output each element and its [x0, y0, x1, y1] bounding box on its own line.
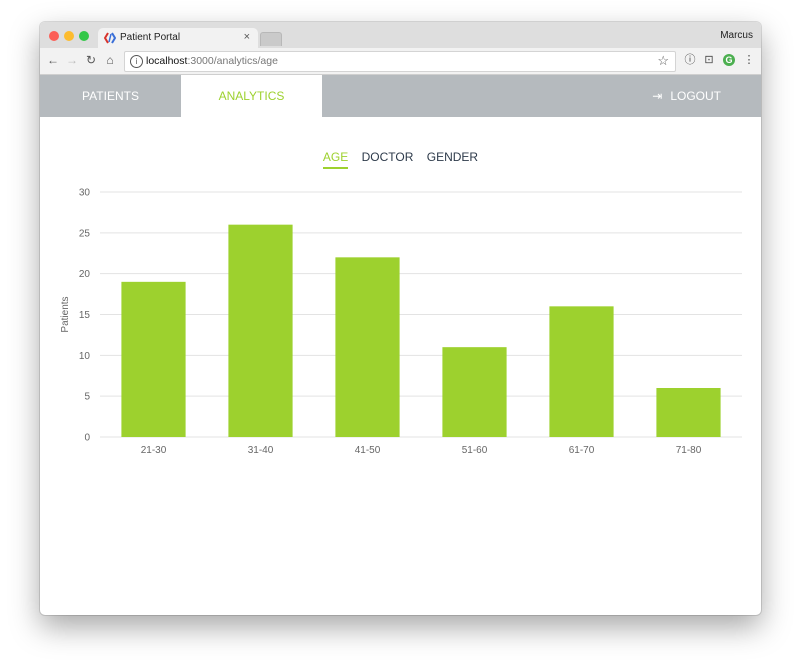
- forward-arrow-icon[interactable]: →: [65, 53, 79, 67]
- y-tick-label: 30: [79, 188, 91, 199]
- minimize-window-button[interactable]: [64, 31, 74, 41]
- logout-label: LOGOUT: [670, 89, 721, 103]
- x-tick-label: 41-50: [355, 445, 381, 456]
- title-bar: Patient Portal × Marcus: [40, 22, 761, 48]
- x-axis-labels: 21-30 31-40 41-50 51-60 61-70 71-80: [141, 445, 702, 456]
- info-icon[interactable]: i: [130, 55, 143, 68]
- y-tick-label: 5: [84, 392, 90, 403]
- bar-31-40[interactable]: [228, 224, 293, 437]
- bar-51-60[interactable]: [442, 347, 507, 437]
- subtab-doctor[interactable]: DOCTOR: [362, 150, 414, 167]
- x-tick-label: 21-30: [141, 445, 167, 456]
- more-menu-icon[interactable]: ⋮: [742, 53, 756, 67]
- subtab-age[interactable]: AGE: [322, 150, 349, 169]
- back-arrow-icon[interactable]: ←: [46, 53, 60, 67]
- maximize-window-button[interactable]: [79, 31, 89, 41]
- chart-bars: [121, 224, 721, 437]
- y-tick-label: 0: [84, 433, 90, 444]
- grammarly-extension-icon[interactable]: G: [723, 54, 735, 66]
- url-host: localhost: [146, 55, 188, 67]
- bookmark-star-icon[interactable]: ☆: [657, 53, 669, 69]
- close-window-button[interactable]: [49, 31, 59, 41]
- nav-tab-analytics[interactable]: ANALYTICS: [181, 75, 322, 117]
- x-tick-label: 31-40: [248, 445, 274, 456]
- nav-tab-patients[interactable]: PATIENTS: [40, 75, 181, 117]
- app-logo-icon: [104, 32, 116, 44]
- extension-info-icon[interactable]: ⓘ: [683, 53, 697, 67]
- logout-icon: ⇥: [652, 89, 663, 103]
- address-bar[interactable]: i localhost:3000/analytics/age ☆: [124, 51, 676, 72]
- tab-title: Patient Portal: [120, 32, 181, 43]
- y-axis-label: Patients: [60, 296, 71, 332]
- browser-toolbar: ← → ↻ ⌂ i localhost:3000/analytics/age ☆…: [40, 48, 761, 75]
- reload-icon[interactable]: ↻: [84, 53, 98, 67]
- home-icon[interactable]: ⌂: [103, 53, 117, 67]
- subtab-gender[interactable]: GENDER: [427, 150, 478, 167]
- browser-window: Patient Portal × Marcus ← → ↻ ⌂ i localh…: [40, 22, 761, 615]
- screenshot-extension-icon[interactable]: ⊡: [702, 53, 716, 67]
- bar-41-50[interactable]: [335, 257, 400, 437]
- y-tick-label: 15: [79, 310, 91, 321]
- x-tick-label: 71-80: [676, 445, 702, 456]
- url-text: localhost:3000/analytics/age: [146, 55, 278, 67]
- bar-21-30[interactable]: [121, 281, 186, 437]
- logout-button[interactable]: ⇥ LOGOUT: [652, 75, 721, 117]
- browser-tab[interactable]: Patient Portal ×: [98, 28, 258, 48]
- profile-name[interactable]: Marcus: [720, 30, 753, 41]
- app-navigation: PATIENTS ANALYTICS ⇥ LOGOUT: [40, 75, 761, 117]
- analytics-subtabs: AGE DOCTOR GENDER: [40, 150, 761, 169]
- bar-61-70[interactable]: [549, 306, 614, 437]
- x-tick-label: 61-70: [569, 445, 595, 456]
- tab-close-icon[interactable]: ×: [244, 31, 250, 43]
- bar-71-80[interactable]: [656, 388, 721, 437]
- age-bar-chart: Patients 0 5 10 15 20 25 30 21-30 31-40 41-50 51-…: [60, 188, 742, 456]
- y-tick-label: 20: [79, 269, 91, 280]
- x-tick-label: 51-60: [462, 445, 488, 456]
- y-tick-label: 10: [79, 351, 91, 362]
- y-tick-label: 25: [79, 228, 91, 239]
- url-path: :3000/analytics/age: [187, 55, 278, 67]
- new-tab-button[interactable]: [260, 32, 282, 46]
